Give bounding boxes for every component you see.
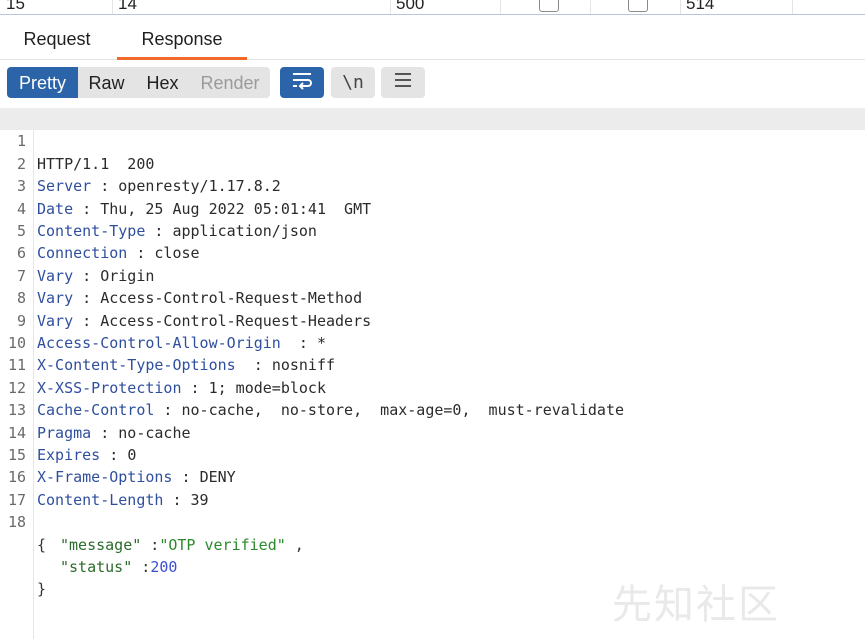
tab-response-label: Response: [141, 29, 223, 49]
tab-request[interactable]: Request: [8, 15, 106, 59]
column-divider: [500, 0, 501, 14]
code-line: 17: [0, 466, 865, 509]
menu-icon: [393, 71, 413, 94]
pretty-button[interactable]: Pretty: [7, 67, 78, 98]
code-line: 18 {: [0, 489, 865, 553]
code-line: "status" :200: [0, 534, 865, 576]
code-line: "message" :"OTP verified" ,: [0, 511, 865, 554]
row-number: 15: [6, 0, 25, 13]
code-line: 12 Cache-Control : no-cache, no-store, m…: [0, 354, 865, 419]
results-table-row[interactable]: 15 14 500 514: [0, 0, 865, 15]
tab-request-label: Request: [23, 29, 91, 49]
column-divider: [590, 0, 591, 14]
row-timeout-checkbox[interactable]: [628, 0, 648, 12]
row-status: 500: [396, 0, 425, 13]
code-line: 8 Vary : Access-Control-Request-Headers: [0, 265, 865, 329]
row-error-checkbox[interactable]: [539, 0, 559, 12]
code-line: 13 Pragma : no-cache: [0, 377, 865, 441]
code-line: 2 Server : openresty/1.17.8.2: [0, 130, 865, 195]
code-line: 16 Content-Length : 39: [0, 444, 865, 508]
tab-response[interactable]: Response: [117, 15, 247, 60]
raw-button[interactable]: Raw: [78, 67, 135, 98]
code-line: 4 Content-Type : application/json: [0, 175, 865, 240]
code-line: 14 Expires : 0: [0, 399, 865, 464]
newline-toggle-button[interactable]: \n: [331, 67, 375, 98]
newline-toggle-icon: \n: [342, 72, 364, 93]
response-editor[interactable]: 1 HTTP/1.1 200 2 Server : openresty/1.17…: [0, 108, 865, 639]
message-tabs: Request Response: [0, 15, 865, 60]
hex-button[interactable]: Hex: [135, 67, 190, 98]
code-line: 1 HTTP/1.1 200: [0, 108, 865, 173]
code-line: 11 X-XSS-Protection : 1; mode=block: [0, 332, 865, 396]
column-divider: [680, 0, 681, 14]
code-line: 6 Vary : Origin: [0, 220, 865, 284]
code-line: 9 Access-Control-Allow-Origin : *: [0, 287, 865, 352]
options-menu-button[interactable]: [381, 67, 425, 98]
code-line: 7 Vary : Access-Control-Request-Method: [0, 242, 865, 307]
code-line: 10 X-Content-Type-Options : nosniff: [0, 310, 865, 374]
wrap-lines-button[interactable]: [280, 67, 324, 98]
column-divider: [390, 0, 391, 14]
code-line: 5 Connection : close: [0, 198, 865, 262]
column-divider: [112, 0, 113, 14]
row-payload: 14: [118, 0, 137, 13]
code-line: 15 X-Frame-Options : DENY: [0, 422, 865, 486]
wrap-lines-icon: [290, 70, 314, 95]
watermark: 先知社区: [612, 582, 780, 628]
code-line: 3 Date : Thu, 25 Aug 2022 05:01:41 GMT: [0, 153, 865, 217]
json-close-brace: }: [37, 580, 47, 599]
render-button[interactable]: Render: [190, 67, 270, 98]
column-divider: [792, 0, 793, 14]
view-mode-selector: Pretty Raw Hex Render: [7, 67, 270, 98]
row-length: 514: [686, 0, 715, 13]
